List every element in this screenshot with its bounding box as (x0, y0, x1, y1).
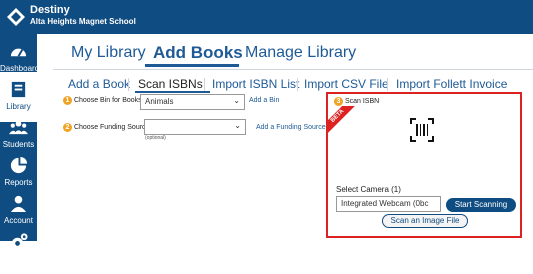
subtab-scan-isbns[interactable]: Scan ISBNs (138, 77, 203, 91)
subtab-import-isbn-list[interactable]: Import ISBN List (212, 77, 299, 91)
funding-select[interactable]: ⌄ (144, 119, 246, 135)
bin-select-value: Animals (145, 97, 174, 106)
brand: Destiny Alta Heights Magnet School (30, 5, 136, 27)
reports-icon (10, 156, 28, 174)
subtab-separator (128, 78, 129, 91)
subtab-import-csv-file[interactable]: Import CSV File (304, 77, 389, 91)
scan-panel-header: 3 Scan ISBN (334, 97, 379, 106)
camera-select-value: Integrated Webcam (0bc (341, 199, 429, 208)
tab-divider (53, 69, 533, 70)
settings-icon (11, 233, 28, 250)
students-icon (9, 120, 28, 135)
add-bin-link[interactable]: Add a Bin (249, 97, 279, 104)
subtab-add-a-book[interactable]: Add a Book (68, 77, 130, 91)
active-tab-indicator (145, 64, 239, 67)
funding-label: Choose Funding Source (73, 124, 150, 131)
bin-select[interactable]: Animals ⌄ (140, 94, 245, 110)
top-bar: Destiny Alta Heights Magnet School (0, 0, 533, 34)
barcode-scan-icon (410, 118, 434, 142)
library-icon (11, 81, 26, 98)
tab-my-library[interactable]: My Library (71, 44, 146, 62)
camera-select[interactable]: Integrated Webcam (0bc (336, 196, 441, 212)
scan-image-file-button[interactable]: Scan an Image File (382, 214, 468, 228)
camera-label: Select Camera (1) (336, 185, 401, 194)
active-subtab-indicator (135, 91, 210, 93)
funding-label-row: 2 Choose Funding Source (63, 123, 149, 132)
bin-label: Choose Bin for Books (73, 97, 142, 104)
sidebar-item-settings[interactable] (0, 224, 37, 274)
step-badge: 3 (334, 97, 343, 106)
subtab-separator (387, 78, 388, 91)
tab-add-books[interactable]: Add Books (153, 43, 243, 63)
step-badge: 2 (63, 123, 72, 132)
chevron-down-icon: ⌄ (233, 96, 240, 105)
school-name: Alta Heights Magnet School (30, 17, 136, 26)
destiny-logo-icon (7, 8, 25, 26)
optional-hint: (optional) (145, 135, 166, 141)
beta-label: BETA (328, 106, 357, 136)
add-funding-source-link[interactable]: Add a Funding Source (256, 124, 326, 131)
step-badge: 1 (63, 96, 72, 105)
scan-panel-title: Scan ISBN (344, 98, 380, 105)
subtab-separator (204, 78, 205, 91)
account-icon (10, 195, 27, 213)
app-name: Destiny (30, 4, 70, 16)
subtab-separator (297, 78, 298, 91)
beta-ribbon: BETA (328, 106, 358, 136)
sidebar: Dashboard Library Students Reports Accou… (0, 34, 39, 250)
subtab-import-follett-invoice[interactable]: Import Follett Invoice (396, 77, 507, 91)
chevron-down-icon: ⌄ (234, 121, 241, 130)
scan-isbn-panel: 3 Scan ISBN BETA Select Camera (1) Integ… (326, 92, 522, 238)
dashboard-icon (10, 48, 27, 57)
tab-manage-library[interactable]: Manage Library (245, 44, 356, 62)
start-scanning-button[interactable]: Start Scanning (446, 198, 516, 212)
bin-label-row: 1 Choose Bin for Books (63, 96, 142, 105)
